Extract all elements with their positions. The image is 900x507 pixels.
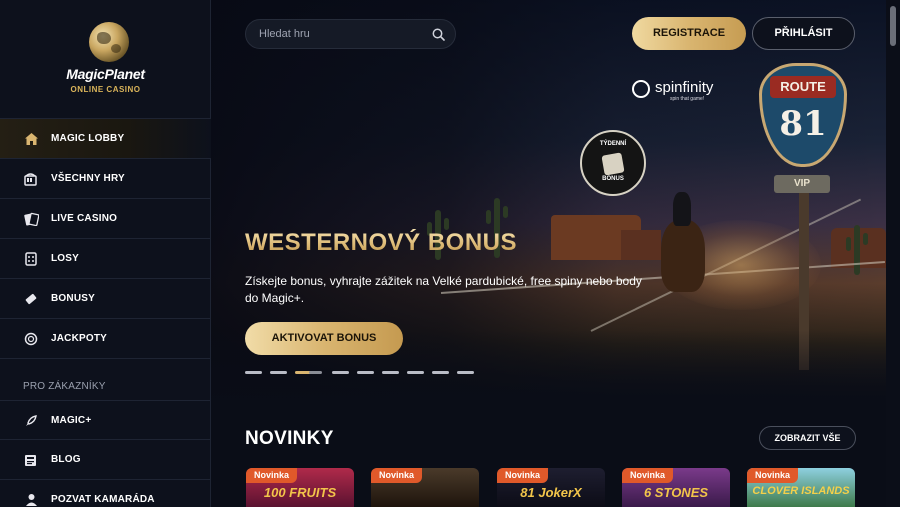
- sidebar-item-jackpoty[interactable]: JACKPOTY: [0, 319, 211, 359]
- page-scrollbar[interactable]: [886, 0, 900, 507]
- scrollbar-thumb[interactable]: [890, 6, 896, 46]
- chip-icon: [23, 331, 39, 347]
- carousel-dot[interactable]: [457, 371, 474, 374]
- carousel-dot[interactable]: [270, 371, 287, 374]
- sidebar-item-label: BONUSY: [51, 293, 95, 304]
- home-icon: [23, 131, 39, 147]
- game-title: 81 JokerX: [520, 485, 582, 500]
- carousel-dot[interactable]: [332, 371, 349, 374]
- cactus-decor: [846, 225, 868, 275]
- casino-app: MagicPlanet ONLINE CASINO MAGIC LOBBY VŠ…: [0, 0, 900, 507]
- register-button[interactable]: REGISTRACE: [632, 17, 746, 50]
- mesa-rock: [621, 230, 661, 260]
- game-card[interactable]: Novinka: [371, 468, 479, 507]
- sidebar: MagicPlanet ONLINE CASINO MAGIC LOBBY VŠ…: [0, 0, 211, 507]
- user-icon: [23, 492, 39, 507]
- provider-name: spinfinity: [655, 79, 714, 96]
- sidebar-item-label: BLOG: [51, 454, 81, 465]
- spinfinity-logo-icon: [632, 80, 650, 98]
- view-all-button[interactable]: ZOBRAZIT VŠE: [759, 426, 856, 450]
- login-button[interactable]: PŘIHLÁSIT: [752, 17, 855, 50]
- carousel-dot[interactable]: [357, 371, 374, 374]
- sidebar-item-label: MAGIC+: [51, 415, 92, 426]
- search-icon[interactable]: [432, 28, 445, 41]
- hero-title: WESTERNOVÝ BONUS: [245, 229, 518, 256]
- route-label: ROUTE: [770, 76, 836, 98]
- brand-logo[interactable]: MagicPlanet ONLINE CASINO: [0, 0, 211, 119]
- horse-illustration: [661, 220, 705, 292]
- brand-tagline: ONLINE CASINO: [70, 85, 141, 94]
- weekly-bonus-badge: TÝDENNÍ BONUS: [580, 130, 646, 196]
- sidebar-item-label: LOSY: [51, 253, 80, 264]
- vip-plate: VIP: [774, 175, 830, 193]
- slot-machine-icon: [23, 171, 39, 187]
- badge-top-text: TÝDENNÍ: [599, 141, 627, 147]
- game-title: 6 STONES: [643, 485, 709, 500]
- sidebar-item-label: JACKPOTY: [51, 333, 108, 344]
- trophy-icon: [601, 152, 625, 176]
- sidebar-item-live-casino[interactable]: LIVE CASINO: [0, 199, 211, 239]
- game-title: CLOVER ISLANDS: [752, 485, 850, 497]
- rocket-icon: [23, 413, 39, 429]
- carousel-dot[interactable]: [432, 371, 449, 374]
- carousel-dot[interactable]: [407, 371, 424, 374]
- new-badge: Novinka: [497, 468, 549, 483]
- customers-section-label: PRO ZÁKAZNÍKY: [23, 381, 106, 392]
- globe-icon: [89, 22, 129, 62]
- sidebar-item-blog[interactable]: BLOG: [0, 440, 211, 480]
- sidebar-item-label: MAGIC LOBBY: [51, 133, 125, 144]
- gift-ticket-icon: [23, 291, 39, 307]
- game-title: 100 FRUITS: [263, 485, 337, 500]
- new-badge: Novinka: [622, 468, 674, 483]
- badge-bottom-text: BONUS: [602, 176, 624, 182]
- ticket-icon: [23, 251, 39, 267]
- carousel-dot[interactable]: [245, 371, 262, 374]
- sidebar-item-losy[interactable]: LOSY: [0, 239, 211, 279]
- sidebar-item-vsechny-hry[interactable]: VŠECHNY HRY: [0, 159, 211, 199]
- rider-illustration: [673, 192, 691, 226]
- provider-tagline: spin that game!: [670, 96, 705, 102]
- sidebar-item-magic-lobby[interactable]: MAGIC LOBBY: [0, 119, 211, 159]
- newspaper-icon: [23, 452, 39, 468]
- main-content: ROUTE 81 VIP spinfinity spin that game! …: [211, 0, 886, 507]
- game-card[interactable]: Novinka 81 JokerX: [497, 468, 605, 507]
- game-card[interactable]: Novinka 6 STONES: [622, 468, 730, 507]
- new-badge: Novinka: [371, 468, 423, 483]
- carousel-dot-progress: [309, 371, 322, 374]
- sidebar-item-magic-plus[interactable]: MAGIC+: [0, 400, 211, 440]
- route-sign: ROUTE 81: [759, 63, 847, 167]
- cards-icon: [23, 211, 39, 227]
- hero-banner[interactable]: ROUTE 81 VIP spinfinity spin that game! …: [211, 0, 886, 405]
- sidebar-item-label: LIVE CASINO: [51, 213, 118, 224]
- sidebar-item-pozvat-kamarada[interactable]: POZVAT KAMARÁDA: [0, 480, 211, 507]
- game-card[interactable]: Novinka 100 FRUITS: [246, 468, 354, 507]
- sidebar-item-label: POZVAT KAMARÁDA: [51, 494, 155, 505]
- brand-name: MagicPlanet: [66, 66, 145, 82]
- new-badge: Novinka: [747, 468, 799, 483]
- sidebar-item-bonusy[interactable]: BONUSY: [0, 279, 211, 319]
- search-input[interactable]: [259, 26, 429, 42]
- carousel-dot[interactable]: [382, 371, 399, 374]
- game-card[interactable]: Novinka CLOVER ISLANDS: [747, 468, 855, 507]
- novinky-title: NOVINKY: [245, 428, 334, 449]
- search-bar[interactable]: [245, 19, 456, 49]
- sidebar-item-label: VŠECHNY HRY: [51, 173, 125, 184]
- new-badge: Novinka: [246, 468, 298, 483]
- hero-description: Získejte bonus, vyhrajte zážitek na Velk…: [245, 274, 642, 305]
- activate-bonus-button[interactable]: AKTIVOVAT BONUS: [245, 322, 403, 355]
- route-number: 81: [779, 104, 827, 144]
